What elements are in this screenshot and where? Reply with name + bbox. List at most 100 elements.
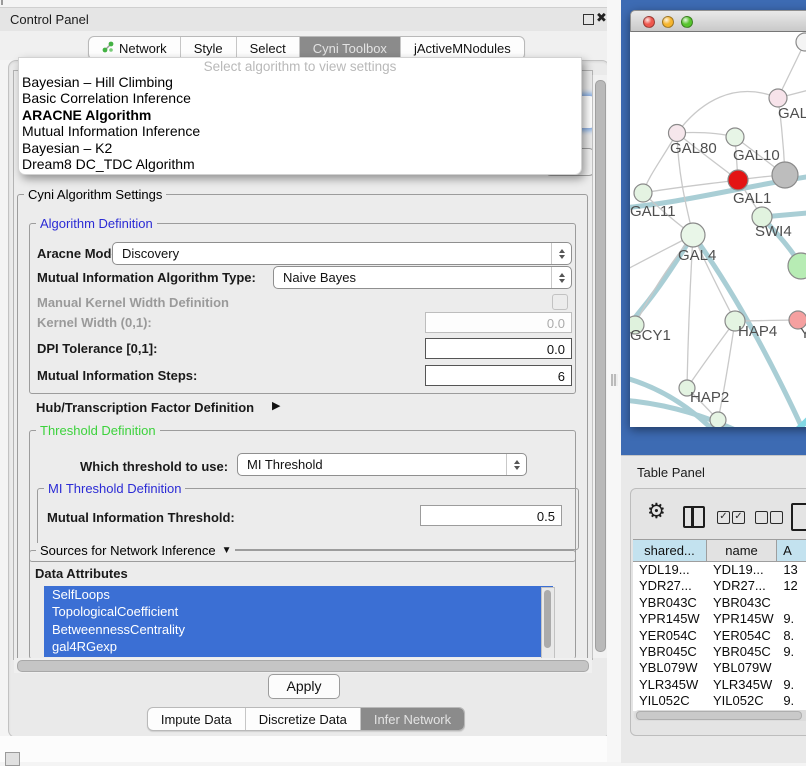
aracne-mode-select[interactable]: Discovery <box>112 242 572 265</box>
network-canvas[interactable]: GALGAL80GAL10GAL1GAL11SWI4GAL4GCY1HAP4YH… <box>630 32 806 427</box>
network-node-gray-node[interactable] <box>772 162 798 188</box>
network-view-window: GALGAL80GAL10GAL1GAL11SWI4GAL4GCY1HAP4YH… <box>630 10 806 427</box>
table-row[interactable]: YBR043CYBR043C <box>633 595 806 611</box>
manual-kernel-checkbox[interactable] <box>552 294 568 310</box>
tab-impute-data[interactable]: Impute Data <box>148 708 246 730</box>
cell-value: 9. <box>777 644 806 660</box>
network-node-GAL11[interactable] <box>634 184 652 202</box>
network-node-GAL10[interactable] <box>726 128 744 146</box>
group-title: Algorithm Definition <box>36 216 157 231</box>
float-panel-icon[interactable] <box>583 14 594 25</box>
group-title: Threshold Definition <box>36 423 160 438</box>
attribute-item[interactable]: SelfLoops <box>44 586 553 603</box>
unchecked-box-icon-2[interactable] <box>770 511 783 524</box>
sources-title: Sources for Network Inference <box>40 543 216 558</box>
document-icon[interactable] <box>791 503 806 531</box>
network-node-bottom-partial[interactable] <box>710 412 726 427</box>
settings-vertical-scrollbar[interactable] <box>592 75 607 658</box>
window-zoom-traffic-icon[interactable] <box>681 16 693 28</box>
network-node-label: HAP2 <box>690 389 729 406</box>
tab-infer-network[interactable]: Infer Network <box>361 708 464 730</box>
cell-name: YLR345W <box>707 677 777 693</box>
which-threshold-select[interactable]: MI Threshold <box>237 453 527 476</box>
network-node-GAL80[interactable] <box>669 125 686 142</box>
data-attributes-list[interactable]: SelfLoopsTopologicalCoefficientBetweenne… <box>44 586 553 657</box>
network-node-label: HAP4 <box>738 323 777 340</box>
aracne-mode-label: Aracne Mode: <box>37 246 123 261</box>
close-icon[interactable]: ✖ <box>596 10 607 26</box>
cell-name: YBR043C <box>707 595 777 611</box>
table-row[interactable]: YBL079WYBL079W <box>633 660 806 676</box>
mi-threshold-input[interactable]: 0.5 <box>420 505 562 526</box>
gear-icon[interactable]: ⚙ <box>647 501 666 522</box>
control-panel-titlebar: Control Panel ✖ <box>0 7 612 33</box>
network-node-top-partial[interactable] <box>796 33 806 51</box>
columns-icon[interactable] <box>683 506 705 528</box>
stepper-icon <box>551 243 571 264</box>
kernel-width-input[interactable]: 0.0 <box>425 312 572 333</box>
attribute-item[interactable]: gal4RGexp <box>44 638 553 655</box>
network-node-big-green[interactable] <box>788 253 806 279</box>
tab-style[interactable]: Style <box>181 37 237 59</box>
bottom-tab-strip: Impute DataDiscretize DataInfer Network <box>0 707 612 731</box>
algorithm-option[interactable]: Mutual Information Inference <box>19 123 581 139</box>
settings-horizontal-scrollbar[interactable] <box>14 658 592 673</box>
dpi-tolerance-label: DPI Tolerance [0,1]: <box>37 341 157 356</box>
network-window-titlebar[interactable] <box>630 10 806 32</box>
cell-value: 9. <box>777 693 806 709</box>
network-node-GAL1[interactable] <box>728 170 748 190</box>
column-header-2[interactable]: name <box>707 540 777 561</box>
expand-down-icon[interactable]: ▼ <box>222 545 232 556</box>
cell-name: YDR27... <box>707 578 777 594</box>
tab-label: Network <box>119 41 167 56</box>
cell-shared-name: YDR27... <box>633 578 707 594</box>
apply-button[interactable]: Apply <box>268 674 340 699</box>
hub-definition-toggle-label[interactable]: Hub/Transcription Factor Definition <box>36 400 254 415</box>
cell-value: 9. <box>777 611 806 627</box>
table-row[interactable]: YER054CYER054C8. <box>633 628 806 644</box>
table-row[interactable]: YIL052CYIL052C9. <box>633 693 806 709</box>
network-edge <box>677 92 778 133</box>
attributes-scrollbar[interactable] <box>541 587 555 659</box>
column-header-3[interactable]: A <box>777 540 806 561</box>
mi-algorithm-type-select[interactable]: Naive Bayes <box>273 266 572 289</box>
unchecked-box-icon-1[interactable] <box>755 511 768 524</box>
dpi-tolerance-input[interactable]: 0.0 <box>425 338 572 359</box>
tab-discretize-data[interactable]: Discretize Data <box>246 708 361 730</box>
window-minimize-traffic-icon[interactable] <box>662 16 674 28</box>
table-row[interactable]: YPR145WYPR145W9. <box>633 611 806 627</box>
table-horizontal-scrollbar[interactable] <box>634 710 806 721</box>
network-node-GAL4[interactable] <box>681 223 705 247</box>
algorithm-option[interactable]: Basic Correlation Inference <box>19 90 581 106</box>
data-attributes-label: Data Attributes <box>35 566 128 581</box>
tab-network[interactable]: Network <box>89 37 181 59</box>
algorithm-option[interactable]: ARACNE Algorithm <box>19 107 581 123</box>
cell-shared-name: YBL079W <box>633 660 707 676</box>
table-row[interactable]: YLR345WYLR345W9. <box>633 677 806 693</box>
tab-select[interactable]: Select <box>237 37 300 59</box>
collapse-right-icon[interactable]: ▶ <box>272 399 280 412</box>
checked-box-icon-1[interactable]: ✓ <box>717 511 730 524</box>
top-tab-strip: Network StyleSelectCyni ToolboxjActiveMNo… <box>0 31 612 60</box>
algorithm-option[interactable]: Bayesian – K2 <box>19 140 581 156</box>
window-close-traffic-icon[interactable] <box>643 16 655 28</box>
collapsed-panel-icon[interactable] <box>5 752 20 766</box>
algorithm-option[interactable]: Dream8 DC_TDC Algorithm <box>19 156 581 172</box>
tab-jactivemnodules[interactable]: jActiveMNodules <box>401 37 524 59</box>
column-header-1[interactable]: shared... <box>633 540 707 561</box>
table-row[interactable]: YDR27...YDR27...12 <box>633 578 806 594</box>
attribute-item[interactable]: TopologicalCoefficient <box>44 603 553 620</box>
table-row[interactable]: YBR045CYBR045C9. <box>633 644 806 660</box>
cell-value <box>777 660 806 676</box>
checked-box-icon-2[interactable]: ✓ <box>732 511 745 524</box>
algorithm-option[interactable]: Bayesian – Hill Climbing <box>19 74 581 90</box>
mi-steps-input[interactable]: 6 <box>425 365 572 386</box>
mi-type-label: Mutual Information Algorithm Type: <box>37 270 256 285</box>
tab-cyni-toolbox[interactable]: Cyni Toolbox <box>300 37 401 59</box>
table-toolbar: ⚙ ✓ ✓ <box>631 489 806 537</box>
divider-grip-icon[interactable] <box>611 374 618 386</box>
network-node-label: GAL11 <box>630 203 676 220</box>
corner-tick <box>1 0 3 5</box>
attribute-item[interactable]: BetweennessCentrality <box>44 621 553 638</box>
table-row[interactable]: YDL19...YDL19...13 <box>633 562 806 578</box>
